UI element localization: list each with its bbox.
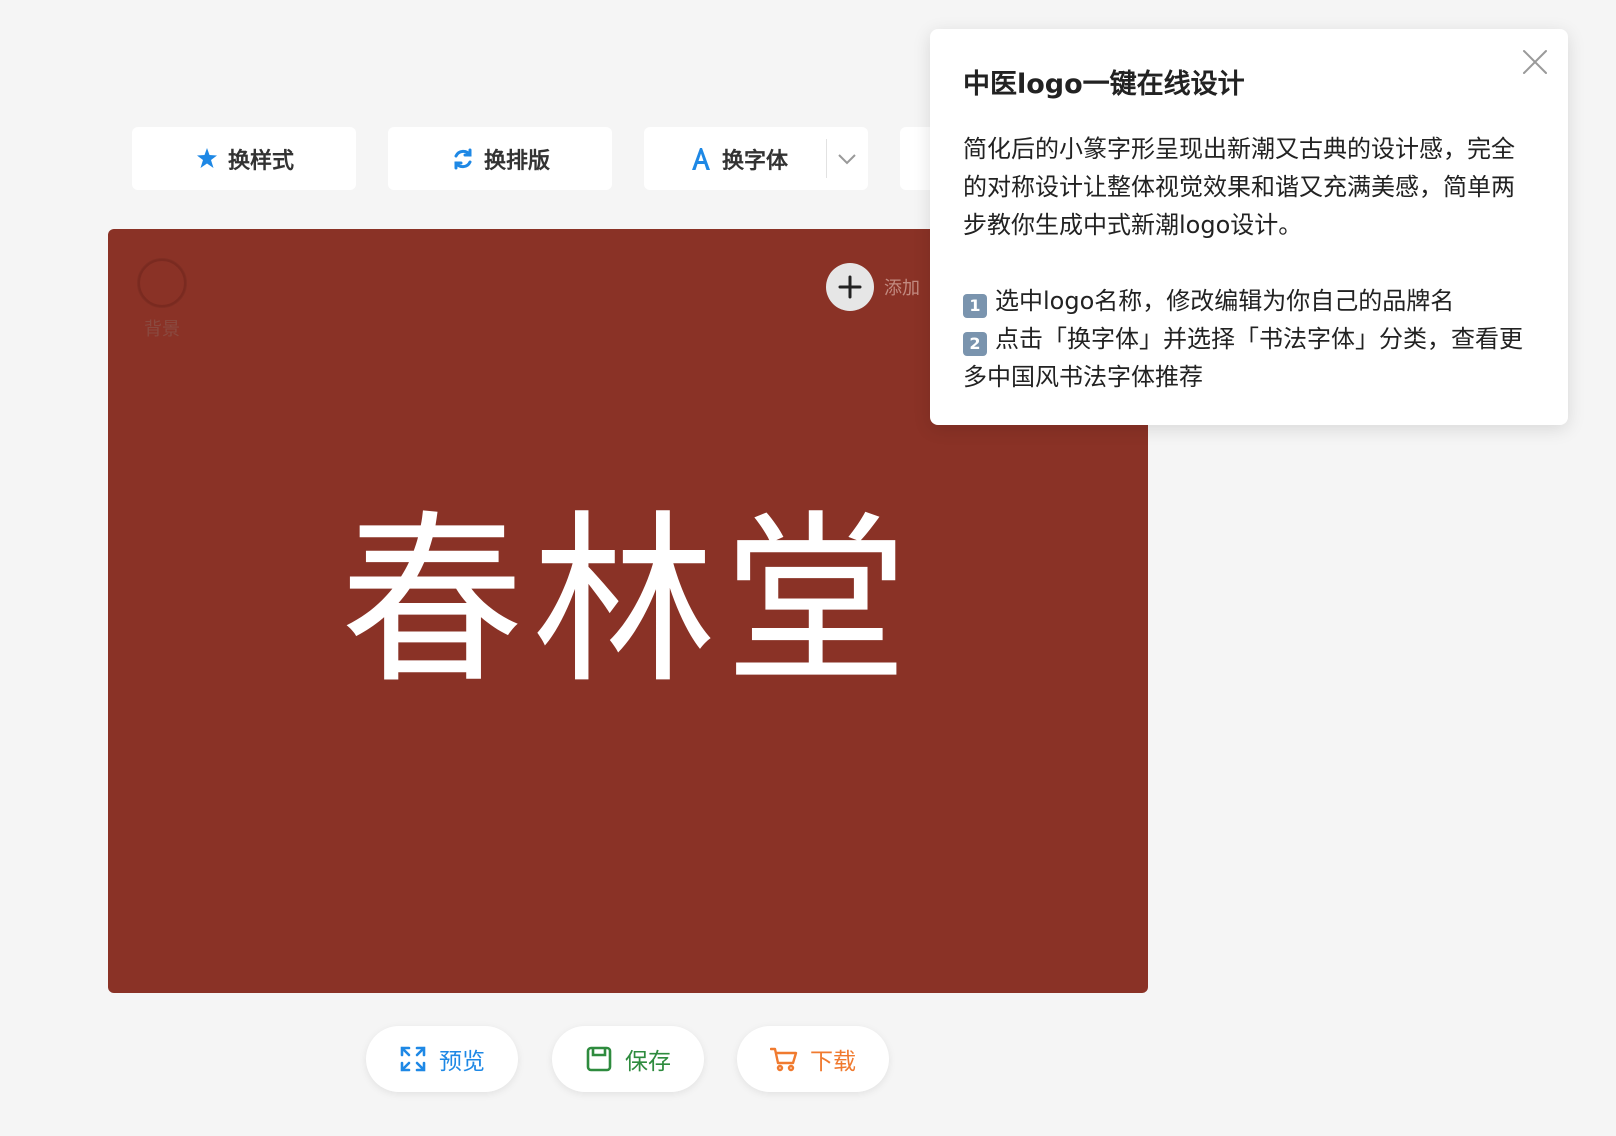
sparkle-icon bbox=[194, 146, 220, 172]
change-font-button[interactable]: 换字体 bbox=[644, 127, 868, 190]
change-style-label: 换样式 bbox=[227, 148, 294, 174]
refresh-icon bbox=[450, 146, 476, 172]
popover-description: 简化后的小篆字形呈现出新潮又古典的设计感，完全的对称设计让整体视觉效果和谐又充满… bbox=[963, 135, 1515, 240]
change-layout-button[interactable]: 换排版 bbox=[388, 127, 612, 190]
change-style-button[interactable]: 换样式 bbox=[132, 127, 356, 190]
download-label: 下载 bbox=[810, 1049, 856, 1075]
save-icon bbox=[585, 1045, 613, 1073]
cart-icon bbox=[770, 1045, 798, 1073]
chevron-down-icon[interactable] bbox=[834, 146, 860, 172]
plus-icon[interactable] bbox=[826, 263, 874, 311]
step-text: 点击「换字体」并选择「书法字体」分类，查看更多中国风书法字体推荐 bbox=[963, 325, 1523, 392]
popover-step: 2 点击「换字体」并选择「书法字体」分类，查看更多中国风书法字体推荐 bbox=[963, 320, 1536, 396]
preview-label: 预览 bbox=[439, 1049, 485, 1075]
download-button[interactable]: 下载 bbox=[737, 1026, 889, 1092]
preview-button[interactable]: 预览 bbox=[366, 1026, 518, 1092]
letter-a-icon bbox=[688, 146, 714, 172]
popover-title: 中医logo一键在线设计 bbox=[963, 69, 1245, 100]
step-text: 选中logo名称，修改编辑为你自己的品牌名 bbox=[995, 287, 1455, 316]
close-icon[interactable] bbox=[1520, 47, 1550, 77]
step-number-badge: 1 bbox=[963, 294, 987, 319]
background-label: 背景 bbox=[144, 319, 180, 340]
change-layout-label: 换排版 bbox=[483, 148, 550, 174]
popover-steps: 1 选中logo名称，修改编辑为你自己的品牌名 2 点击「换字体」并选择「书法字体」… bbox=[963, 282, 1536, 396]
change-font-label: 换字体 bbox=[722, 148, 789, 174]
tips-popover: 中医logo一键在线设计 简化后的小篆字形呈现出新潮又古典的设计感，完全的对称设… bbox=[930, 29, 1568, 425]
divider bbox=[826, 139, 827, 178]
logo-name-text[interactable]: 春林堂 bbox=[108, 497, 1148, 707]
save-label: 保存 bbox=[625, 1049, 671, 1075]
background-swatch[interactable] bbox=[138, 259, 186, 307]
save-button[interactable]: 保存 bbox=[552, 1026, 704, 1092]
popover-step: 1 选中logo名称，修改编辑为你自己的品牌名 bbox=[963, 282, 1536, 320]
step-number-badge: 2 bbox=[963, 332, 987, 357]
add-element-label: 添加 bbox=[884, 278, 920, 299]
background-picker[interactable]: 背景 bbox=[132, 259, 192, 341]
add-element-button[interactable]: 添加 bbox=[826, 263, 920, 311]
expand-icon bbox=[399, 1045, 427, 1073]
